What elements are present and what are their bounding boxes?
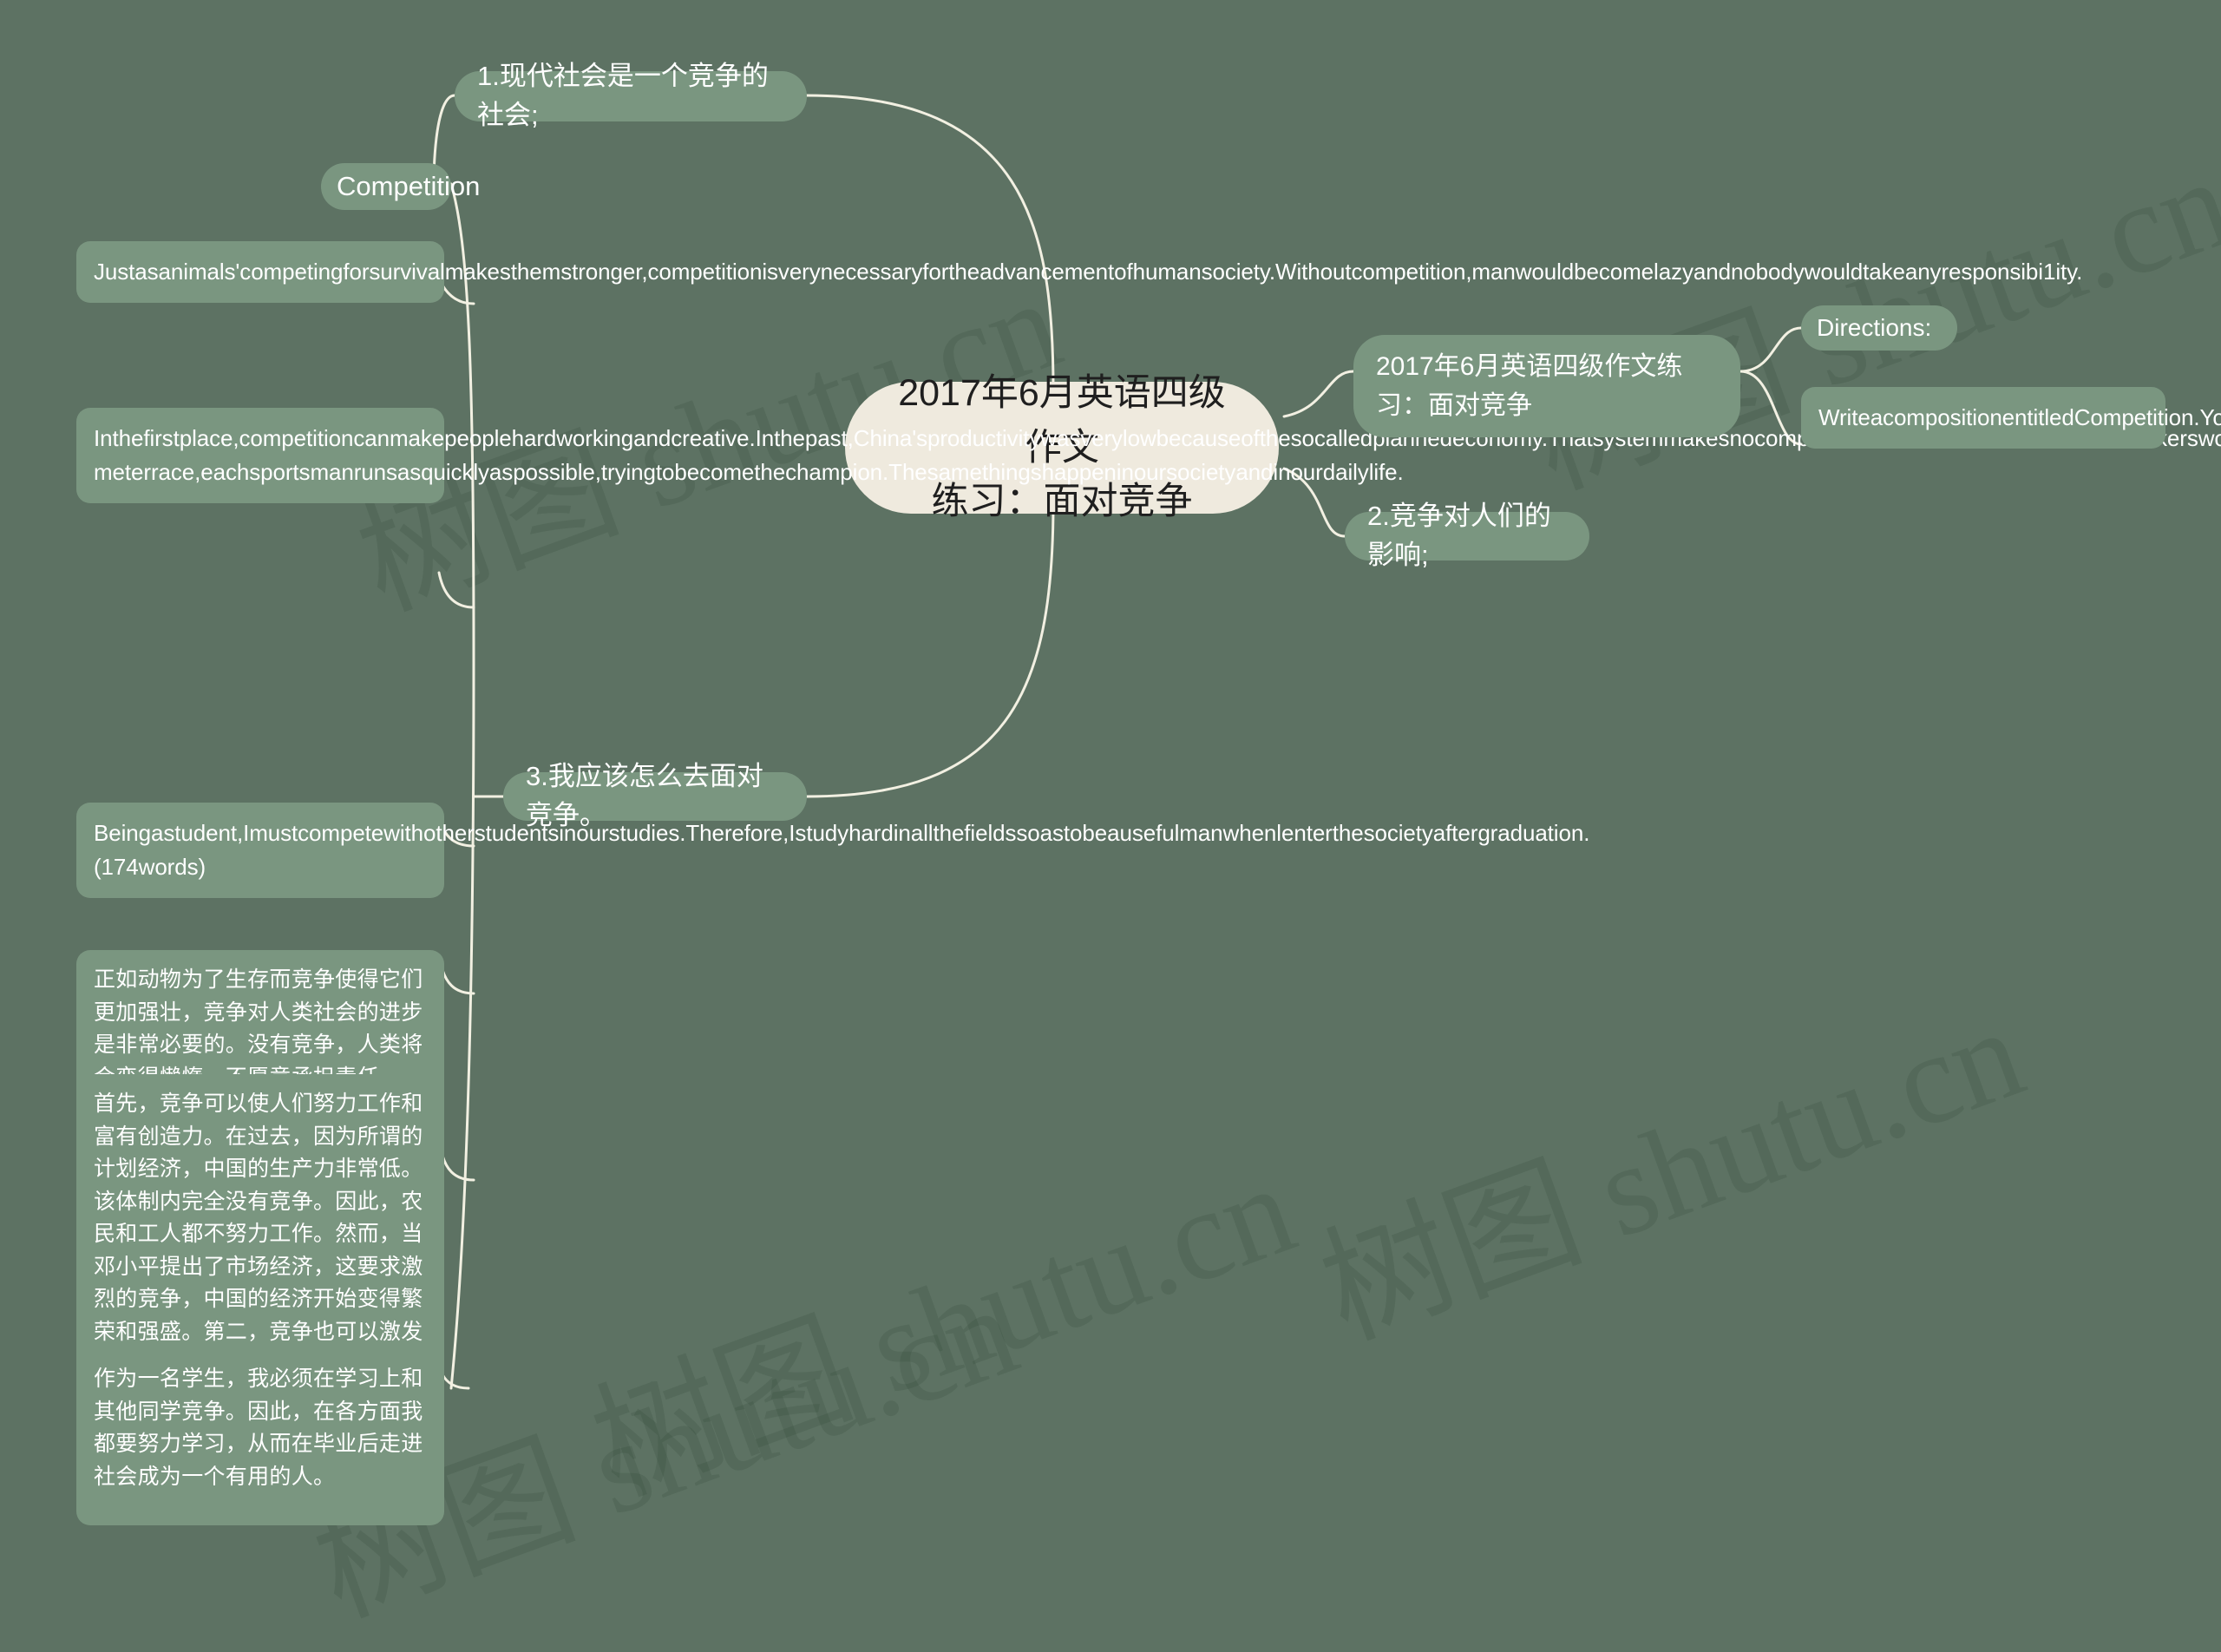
link-root-to-point1 bbox=[805, 94, 1055, 390]
node-directions-body-text: WriteacompositionentitledCompetition.You… bbox=[1818, 404, 2221, 430]
node-essay-paragraph-1[interactable]: Justasanimals'competingforsurvivalmakest… bbox=[76, 241, 2083, 303]
node-translation-paragraph-3-text: 作为一名学生，我必须在学习上和其他同学竞争。因此，在各方面我都要努力学习，从而在… bbox=[94, 1367, 423, 1489]
node-directions-label-text: Directions: bbox=[1817, 313, 1932, 341]
node-point2-label: 2.竞争对人们的影响; bbox=[1367, 501, 1551, 570]
node-right-topic[interactable]: 2017年6月英语四级作文练习：面对竞争 bbox=[1353, 335, 1740, 437]
node-directions-body[interactable]: WriteacompositionentitledCompetition.You… bbox=[1801, 387, 2221, 449]
node-essay-paragraph-3-text: Beingastudent,Imustcompetewithotherstude… bbox=[94, 820, 1590, 880]
node-point3-label: 3.我应该怎么去面对竞争。 bbox=[526, 761, 763, 830]
node-point2[interactable]: 2.竞争对人们的影响; bbox=[1345, 501, 1589, 570]
node-point1-label: 1.现代社会是一个竞争的社会; bbox=[477, 61, 769, 130]
node-translation-paragraph-3[interactable]: 作为一名学生，我必须在学习上和其他同学竞争。因此，在各方面我都要努力学习，从而在… bbox=[76, 1349, 444, 1507]
node-competition[interactable]: Competition bbox=[321, 163, 480, 210]
link-root-to-right-topic bbox=[1282, 370, 1355, 418]
link-competition-spine bbox=[449, 182, 475, 1390]
node-essay-paragraph-1-text: Justasanimals'competingforsurvivalmakest… bbox=[94, 259, 2083, 285]
link-spine-to-trans-p2 bbox=[441, 1154, 475, 1182]
link-spine-to-essay-p2 bbox=[437, 571, 475, 609]
node-essay-paragraph-2-text: Inthefirstplace,competitioncanmakepeople… bbox=[94, 425, 2221, 485]
watermark-text: 树图 shutu.cn bbox=[1304, 980, 2041, 1366]
node-essay-paragraph-3[interactable]: Beingastudent,Imustcompetewithotherstude… bbox=[76, 803, 1590, 898]
link-topic-to-directions bbox=[1739, 326, 1803, 373]
node-point3[interactable]: 3.我应该怎么去面对竞争。 bbox=[503, 761, 807, 830]
link-spine-to-trans-p3 bbox=[439, 1369, 470, 1390]
node-competition-label: Competition bbox=[337, 170, 481, 201]
node-directions-label[interactable]: Directions: bbox=[1801, 305, 1957, 351]
node-essay-paragraph-2[interactable]: Inthefirstplace,competitioncanmakepeople… bbox=[76, 408, 2221, 503]
node-right-topic-label: 2017年6月英语四级作文练习：面对竞争 bbox=[1376, 352, 1683, 420]
link-root-to-point3 bbox=[805, 502, 1055, 798]
watermark-text: 树图 shutu.cn bbox=[575, 1136, 1312, 1522]
link-spine-to-trans-p1 bbox=[441, 968, 475, 995]
node-point1[interactable]: 1.现代社会是一个竞争的社会; bbox=[455, 61, 807, 130]
